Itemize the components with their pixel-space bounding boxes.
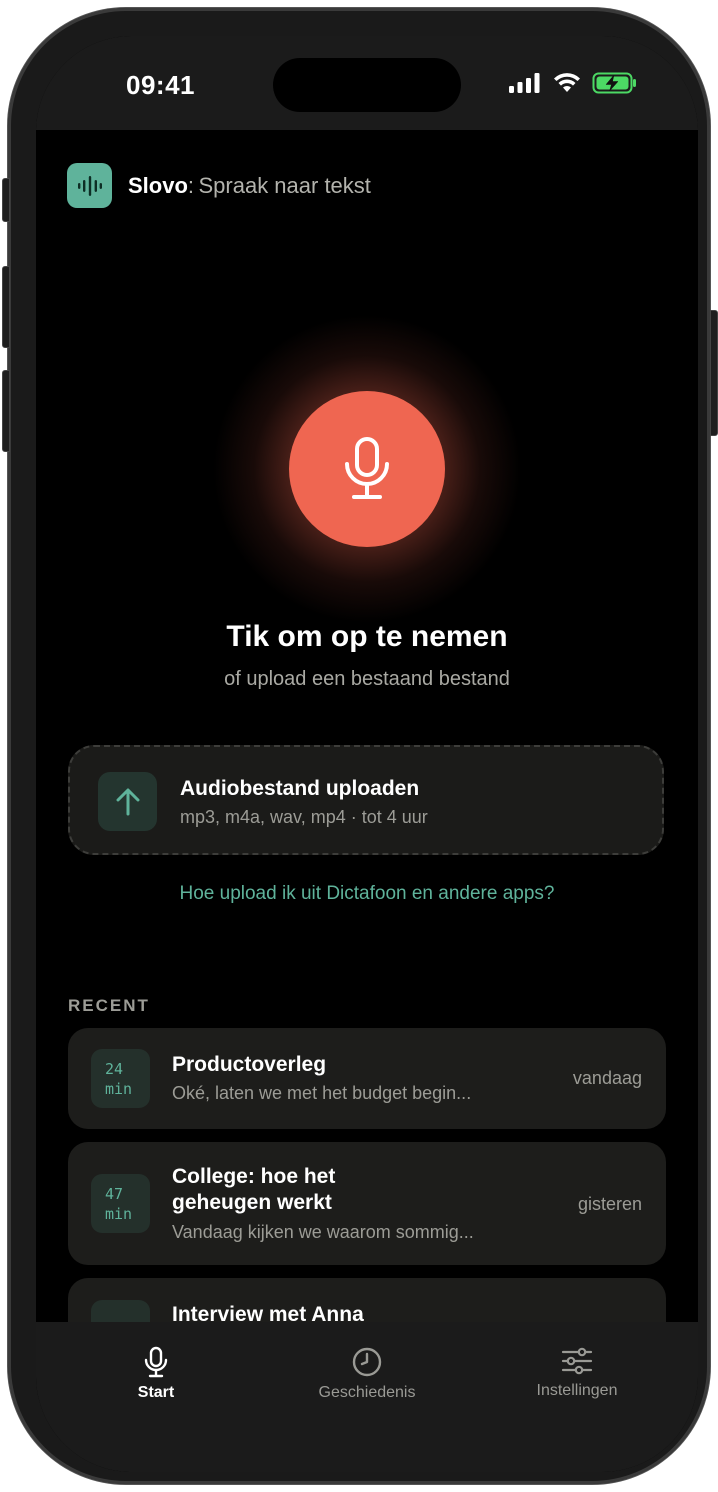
recording-date: gisteren — [577, 1194, 642, 1214]
clock-icon — [352, 1347, 382, 1377]
phone-frame: 09:41 Slovo: Spraak naar tekst Tik om op… — [2, 8, 718, 1484]
upload-formats: mp3, m4a, wav, mp4 · tot 4 uur — [180, 807, 428, 827]
record-subtitle: of upload een bestaand bestand — [224, 668, 510, 690]
recording-title: Productoverleg — [172, 1053, 327, 1076]
recording-title-line-1: College: hoe het — [172, 1165, 336, 1188]
power-button — [710, 310, 718, 436]
tab-instellingen-label: Instellingen — [536, 1382, 618, 1399]
duration-value: 47 — [105, 1184, 124, 1203]
tab-geschiedenis[interactable]: Geschiedenis — [297, 1346, 437, 1402]
battery-charging-icon — [592, 72, 636, 94]
recording-snippet: Oké, laten we met het budget begin... — [172, 1083, 472, 1103]
recent-item-college[interactable]: 47 min College: hoe het geheugen werkt V… — [68, 1142, 666, 1265]
recording-date: vandaag — [572, 1068, 642, 1088]
tab-instellingen[interactable]: Instellingen — [512, 1346, 642, 1400]
microphone-icon — [345, 437, 389, 499]
duration-unit: min — [105, 1079, 133, 1098]
app-name: Slovo — [128, 172, 188, 198]
upload-icon-box — [98, 772, 157, 831]
record-button[interactable] — [289, 391, 445, 547]
volume-up-button — [2, 266, 10, 348]
arrow-up-icon — [116, 788, 139, 815]
waveform-icon — [77, 175, 102, 196]
duration-unit: min — [105, 1204, 133, 1223]
app-name-separator: : — [187, 172, 195, 198]
status-time: 09:41 — [126, 70, 195, 100]
cellular-signal-icon — [509, 73, 540, 93]
volume-down-button — [2, 370, 10, 452]
status-bar: 09:41 — [36, 36, 698, 130]
duration-badge: 24 min — [91, 1049, 150, 1108]
app-header: Slovo: Spraak naar tekst — [67, 163, 371, 208]
dynamic-island — [273, 58, 461, 112]
recent-section-label: RECENT — [68, 996, 150, 1015]
upload-audio-button[interactable]: Audiobestand uploaden mp3, m4a, wav, mp4… — [68, 745, 664, 855]
duration-value: 24 — [105, 1059, 124, 1078]
upload-title: Audiobestand uploaden — [180, 777, 420, 800]
recent-item-productoverleg[interactable]: 24 min Productoverleg Oké, laten we met … — [68, 1028, 666, 1129]
wifi-icon — [554, 73, 580, 92]
recording-snippet: Vandaag kijken we waarom sommig... — [172, 1222, 474, 1242]
app-subtitle: Spraak naar tekst — [198, 172, 371, 198]
recording-title-line-2: geheugen werkt — [172, 1191, 332, 1214]
tab-geschiedenis-label: Geschiedenis — [318, 1384, 416, 1401]
mic-icon — [144, 1346, 168, 1378]
record-title: Tik om op te nemen — [226, 620, 508, 653]
app-logo — [67, 163, 112, 208]
app-name-line: Slovo: Spraak naar tekst — [128, 173, 371, 199]
tab-start-label: Start — [137, 1384, 175, 1401]
upload-help-link[interactable]: Hoe upload ik uit Dictafoon en andere ap… — [36, 883, 698, 905]
sliders-icon — [561, 1347, 593, 1375]
silent-switch — [2, 178, 10, 222]
duration-badge: 47 min — [91, 1174, 150, 1233]
tab-start[interactable]: Start — [116, 1346, 196, 1402]
screen: 09:41 Slovo: Spraak naar tekst Tik om op… — [36, 36, 698, 1472]
status-icons — [508, 72, 638, 94]
tab-bar: Start Geschiedenis Instellingen — [36, 1322, 698, 1472]
